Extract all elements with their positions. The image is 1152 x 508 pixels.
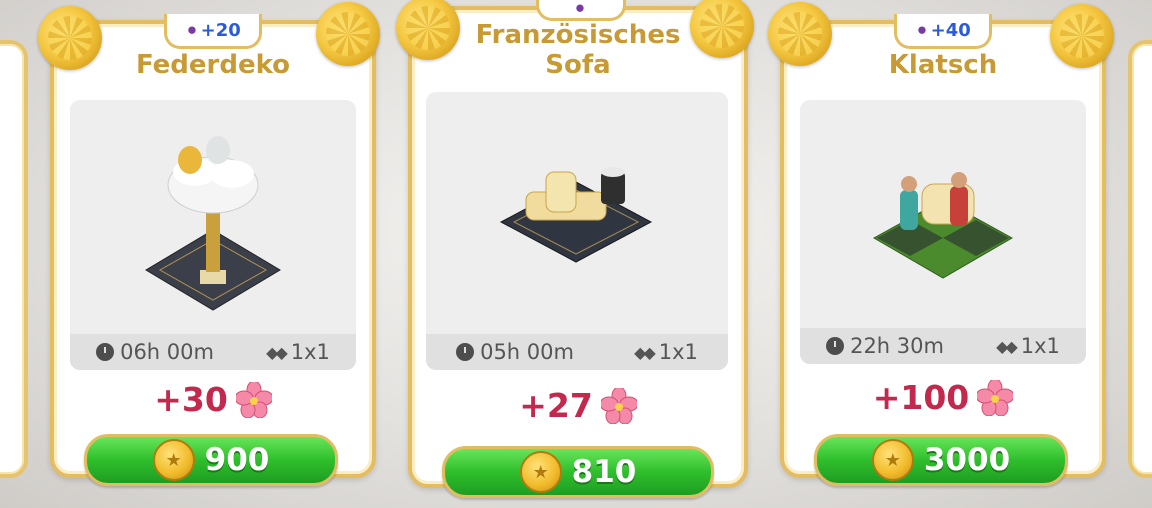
shop-card-klatsch[interactable]: ⚫ +40 Klatsch 22h 30m ◆◆ 1x1 +100 ★ 3000 bbox=[780, 14, 1106, 486]
item-title: Französisches Sofa bbox=[475, 20, 681, 80]
tile-size: ◆◆ 1x1 bbox=[634, 340, 698, 364]
item-stats-bar: 05h 00m ◆◆ 1x1 bbox=[426, 334, 728, 370]
reward-row: +100 bbox=[784, 378, 1102, 417]
coin-icon: ★ bbox=[871, 439, 914, 481]
purple-jar-icon: ⚫ bbox=[573, 0, 587, 18]
coin-icon: ★ bbox=[519, 451, 562, 493]
gold-rosette-icon bbox=[316, 2, 380, 66]
item-preview: 05h 00m ◆◆ 1x1 bbox=[426, 92, 728, 370]
buy-button[interactable]: ★ 3000 bbox=[814, 434, 1068, 486]
gold-rosette-icon bbox=[768, 2, 832, 66]
partial-card-left bbox=[0, 40, 28, 478]
build-time: 06h 00m bbox=[96, 340, 214, 364]
tiles-icon: ◆◆ bbox=[634, 342, 656, 362]
shop-card-franzoesisches-sofa[interactable]: ⚫ Französisches Sofa 05h 00m ◆◆ 1x1 +27 bbox=[408, 0, 748, 498]
item-stats-bar: 06h 00m ◆◆ 1x1 bbox=[70, 334, 356, 370]
reward-badge: ⚫ +40 bbox=[894, 14, 992, 49]
tile-size: ◆◆ 1x1 bbox=[266, 340, 330, 364]
item-stats-bar: 22h 30m ◆◆ 1x1 bbox=[800, 328, 1086, 364]
flower-icon bbox=[977, 379, 1014, 416]
buy-button[interactable]: ★ 900 bbox=[84, 434, 338, 486]
reward-row: +30 bbox=[54, 380, 372, 419]
reward-badge: ⚫ +20 bbox=[164, 14, 262, 49]
feather-decoration-image bbox=[145, 136, 281, 311]
timer-icon bbox=[96, 343, 115, 361]
tiles-icon: ◆◆ bbox=[266, 342, 288, 362]
flower-icon bbox=[600, 387, 637, 424]
build-time: 22h 30m bbox=[826, 334, 944, 358]
item-preview: 22h 30m ◆◆ 1x1 bbox=[800, 100, 1086, 364]
gold-rosette-icon bbox=[1050, 4, 1114, 68]
build-time: 05h 00m bbox=[456, 340, 574, 364]
coin-icon: ★ bbox=[152, 439, 195, 481]
gold-rosette-icon bbox=[38, 6, 102, 70]
item-preview: 06h 00m ◆◆ 1x1 bbox=[70, 100, 356, 370]
reward-badge: ⚫ bbox=[536, 0, 626, 21]
timer-icon bbox=[456, 343, 475, 361]
buy-button[interactable]: ★ 810 bbox=[442, 446, 714, 498]
shop-card-federdeko[interactable]: ⚫ +20 Federdeko 06h 00m ◆◆ 1x1 +30 ★ 900 bbox=[50, 14, 376, 486]
reward-row: +27 bbox=[412, 386, 744, 425]
tile-size: ◆◆ 1x1 bbox=[996, 334, 1060, 358]
gossip-scene-image bbox=[872, 172, 1014, 279]
flower-icon bbox=[235, 381, 272, 418]
tiles-icon: ◆◆ bbox=[996, 336, 1018, 356]
purple-jar-icon: ⚫ bbox=[915, 20, 929, 40]
sofa-image bbox=[499, 167, 653, 263]
purple-jar-icon: ⚫ bbox=[185, 20, 199, 40]
partial-card-right bbox=[1128, 40, 1152, 478]
timer-icon bbox=[826, 337, 845, 355]
item-title: Klatsch bbox=[888, 50, 998, 80]
